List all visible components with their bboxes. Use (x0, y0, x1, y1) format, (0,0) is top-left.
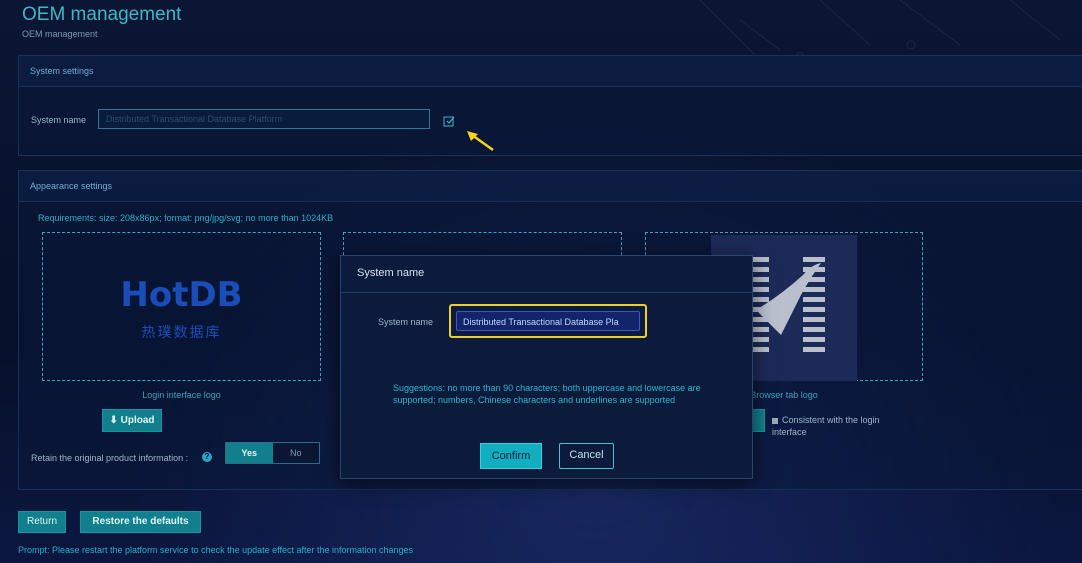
help-icon[interactable]: ? (202, 452, 212, 462)
dialog-suggestion: Suggestions: no more than 90 characters;… (393, 383, 701, 405)
retain-label: Retain the original product information … (31, 453, 189, 463)
arrow-pointer-icon (466, 130, 496, 152)
retain-yes-option[interactable]: Yes (226, 443, 273, 463)
retain-toggle[interactable]: Yes No (225, 442, 320, 464)
breadcrumb: OEM management (22, 29, 98, 39)
system-name-dialog: System name System name Distributed Tran… (340, 255, 753, 479)
confirm-button[interactable]: Confirm (480, 443, 542, 469)
dialog-divider (341, 292, 752, 293)
requirements-text: Requirements: size: 208x86px; format: pn… (38, 213, 334, 223)
system-name-label: System name (31, 115, 87, 125)
upload-icon: ⬇ (109, 415, 121, 426)
login-logo-dropzone[interactable]: HotDB 热璞数据库 (42, 232, 321, 381)
system-name-input[interactable]: Distributed Transactional Database Platf… (98, 109, 430, 129)
login-logo-subtitle: 热璞数据库 (141, 324, 222, 340)
restore-defaults-button[interactable]: Restore the defaults (80, 511, 201, 533)
dialog-field-highlight: Distributed Transactional Database Pla (449, 304, 647, 338)
appearance-settings-title: Appearance settings (30, 181, 113, 191)
retain-no-option[interactable]: No (272, 443, 319, 463)
appearance-settings-header: Appearance settings (19, 171, 1082, 202)
consistent-label: Consistent with the login interface (772, 415, 880, 437)
upload-label: Upload (120, 415, 155, 426)
cancel-button[interactable]: Cancel (559, 443, 614, 469)
login-logo-brand: HotDB (120, 275, 243, 315)
system-settings-header: System settings (19, 56, 1082, 87)
dialog-title: System name (357, 267, 425, 279)
system-settings-title: System settings (30, 66, 94, 76)
edit-icon[interactable] (443, 114, 455, 127)
dialog-system-name-input[interactable]: Distributed Transactional Database Pla (456, 311, 640, 331)
return-button[interactable]: Return (18, 511, 66, 533)
prompt-text: Prompt: Please restart the platform serv… (18, 545, 414, 555)
login-logo-caption: Login interface logo (142, 390, 221, 400)
system-settings-panel: System settings (18, 55, 1082, 156)
page-title: OEM management (22, 4, 182, 25)
upload-login-logo-button[interactable]: ⬇ Upload (102, 409, 162, 432)
dialog-field-label: System name (378, 317, 434, 327)
